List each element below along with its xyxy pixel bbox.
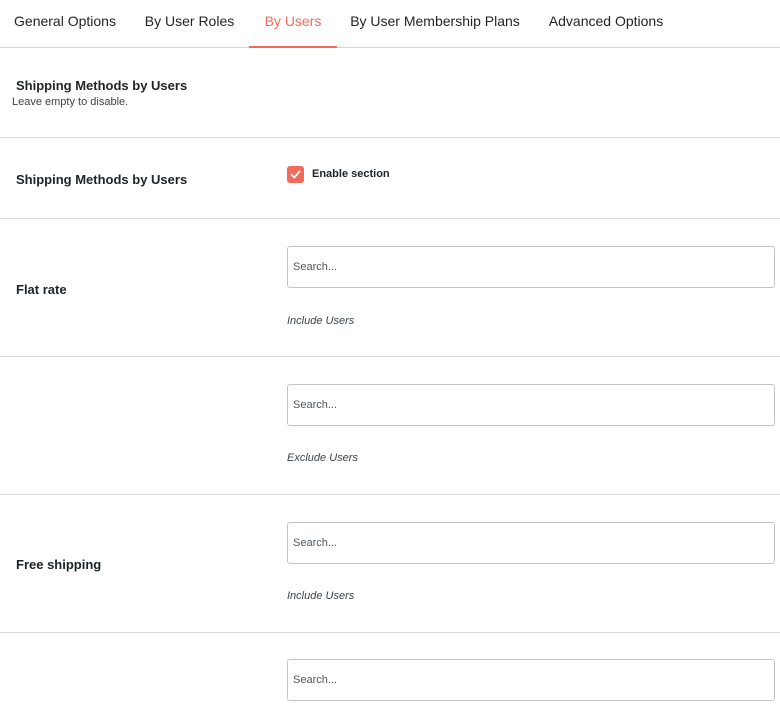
flat-rate-include-users-input[interactable] xyxy=(293,247,763,287)
free-shipping-exclude-users-input[interactable] xyxy=(293,660,763,700)
section-description: Leave empty to disable. xyxy=(12,96,129,108)
flat-rate-include-row: Flat rate Include Users xyxy=(0,219,780,357)
free-shipping-include-row: Free shipping Include Users xyxy=(0,495,780,633)
flat-rate-exclude-users-field[interactable] xyxy=(287,384,775,426)
enable-section-label[interactable]: Enable section xyxy=(312,168,390,180)
checkmark-icon xyxy=(290,170,301,179)
flat-rate-label: Flat rate xyxy=(16,282,67,297)
settings-tabs: General Options By User Roles By Users B… xyxy=(0,0,780,48)
free-shipping-exclude-row xyxy=(0,633,780,712)
include-users-hint: Include Users xyxy=(287,315,355,327)
tab-by-user-membership-plans[interactable]: By User Membership Plans xyxy=(337,0,533,48)
section-header: Shipping Methods by Users Leave empty to… xyxy=(0,48,780,138)
flat-rate-exclude-users-input[interactable] xyxy=(293,385,763,425)
free-shipping-exclude-users-field[interactable] xyxy=(287,659,775,701)
flat-rate-include-users-field[interactable] xyxy=(287,246,775,288)
include-users-hint: Include Users xyxy=(287,590,355,602)
tab-by-users[interactable]: By Users xyxy=(249,0,337,48)
free-shipping-label: Free shipping xyxy=(16,557,102,572)
enable-section-row-label: Shipping Methods by Users xyxy=(16,172,188,187)
section-title: Shipping Methods by Users xyxy=(16,78,188,93)
free-shipping-include-users-field[interactable] xyxy=(287,522,775,564)
enable-section-row: Shipping Methods by Users Enable section xyxy=(0,138,780,219)
tab-general-options[interactable]: General Options xyxy=(0,0,130,48)
flat-rate-exclude-row: Exclude Users xyxy=(0,357,780,495)
exclude-users-hint: Exclude Users xyxy=(287,452,358,464)
free-shipping-include-users-input[interactable] xyxy=(293,523,763,563)
tab-advanced-options[interactable]: Advanced Options xyxy=(533,0,679,48)
tab-by-user-roles[interactable]: By User Roles xyxy=(130,0,249,48)
enable-section-checkbox[interactable] xyxy=(287,166,304,183)
